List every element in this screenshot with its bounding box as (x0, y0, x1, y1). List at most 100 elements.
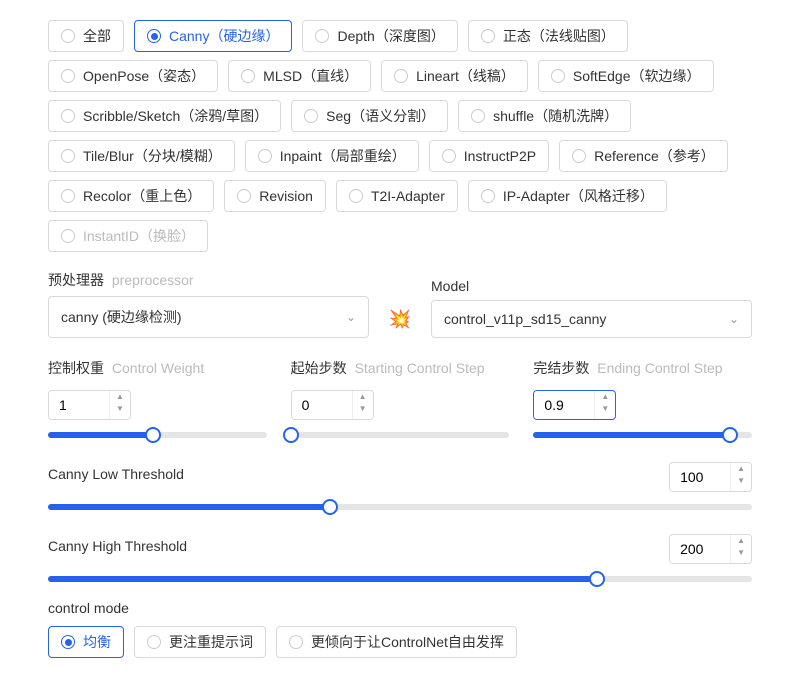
radio-icon (61, 149, 75, 163)
control-mode-2[interactable]: 更倾向于让ControlNet自由发挥 (276, 626, 517, 658)
radio-label: InstructP2P (464, 148, 536, 164)
start-input[interactable] (292, 391, 352, 419)
radio-icon (572, 149, 586, 163)
control-type-1[interactable]: Canny（硬边缘） (134, 20, 292, 52)
canny-high-input[interactable] (670, 535, 730, 563)
radio-label: Lineart（线稿） (416, 66, 515, 86)
weight-input[interactable] (49, 391, 109, 419)
step-up-icon[interactable]: ▲ (353, 391, 373, 403)
control-type-3[interactable]: 正态（法线贴图） (468, 20, 628, 52)
run-preprocessor-button[interactable]: 💥 (385, 304, 415, 334)
radio-icon (61, 189, 75, 203)
radio-icon (237, 189, 251, 203)
end-input[interactable] (534, 391, 594, 419)
control-type-2[interactable]: Depth（深度图） (302, 20, 457, 52)
canny-high-label: Canny High Threshold (48, 538, 187, 554)
control-type-14[interactable]: Reference（参考） (559, 140, 728, 172)
radio-label: 全部 (83, 26, 111, 46)
radio-label: Recolor（重上色） (83, 186, 201, 206)
radio-icon (61, 109, 75, 123)
control-mode-1[interactable]: 更注重提示词 (134, 626, 266, 658)
radio-icon (147, 635, 161, 649)
canny-high-slider[interactable] (48, 576, 752, 582)
control-mode-label: control mode (48, 600, 752, 616)
canny-low-thumb[interactable] (322, 499, 338, 515)
end-thumb[interactable] (722, 427, 738, 443)
canny-low-label: Canny Low Threshold (48, 466, 184, 482)
control-mode-0[interactable]: 均衡 (48, 626, 124, 658)
radio-icon (481, 189, 495, 203)
control-type-10[interactable]: shuffle（随机洗牌） (458, 100, 631, 132)
radio-label: MLSD（直线） (263, 66, 358, 86)
step-down-icon[interactable]: ▼ (353, 403, 373, 415)
control-type-6[interactable]: Lineart（线稿） (381, 60, 528, 92)
control-type-5[interactable]: MLSD（直线） (228, 60, 371, 92)
model-value: control_v11p_sd15_canny (444, 311, 606, 327)
step-up-icon[interactable]: ▲ (110, 391, 130, 403)
model-label: Model (431, 278, 469, 294)
radio-label: Reference（参考） (594, 146, 715, 166)
radio-label: OpenPose（姿态） (83, 66, 205, 86)
control-type-9[interactable]: Seg（语义分割） (291, 100, 448, 132)
control-type-group: 全部 Canny（硬边缘） Depth（深度图） 正态（法线贴图） OpenPose（姿… (48, 20, 752, 252)
step-up-icon[interactable]: ▲ (731, 463, 751, 475)
control-type-13[interactable]: InstructP2P (429, 140, 549, 172)
step-up-icon[interactable]: ▲ (595, 391, 615, 403)
radio-label: 正态（法线贴图） (503, 26, 615, 46)
radio-icon (61, 229, 75, 243)
weight-thumb[interactable] (145, 427, 161, 443)
radio-label: InstantID（换脸） (83, 226, 195, 246)
control-type-8[interactable]: Scribble/Sketch（涂鸦/草图） (48, 100, 281, 132)
radio-label: SoftEdge（软边缘） (573, 66, 701, 86)
chevron-down-icon: ⌄ (729, 312, 739, 326)
preprocessor-label-cn: 预处理器 (48, 272, 104, 288)
end-stepper[interactable]: ▲▼ (533, 390, 616, 420)
radio-label: 更倾向于让ControlNet自由发挥 (311, 632, 504, 652)
radio-icon (147, 29, 161, 43)
radio-label: Depth（深度图） (337, 26, 444, 46)
radio-icon (61, 635, 75, 649)
control-type-16[interactable]: Revision (224, 180, 326, 212)
control-type-7[interactable]: SoftEdge（软边缘） (538, 60, 714, 92)
step-down-icon[interactable]: ▼ (110, 403, 130, 415)
start-stepper[interactable]: ▲▼ (291, 390, 374, 420)
radio-label: Tile/Blur（分块/模糊） (83, 146, 222, 166)
radio-icon (394, 69, 408, 83)
control-type-4[interactable]: OpenPose（姿态） (48, 60, 218, 92)
radio-icon (258, 149, 272, 163)
step-down-icon[interactable]: ▼ (731, 547, 751, 559)
control-type-12[interactable]: Inpaint（局部重绘） (245, 140, 419, 172)
preprocessor-select[interactable]: canny (硬边缘检测) ⌄ (48, 296, 369, 338)
start-thumb[interactable] (283, 427, 299, 443)
preprocessor-value: canny (硬边缘检测) (61, 307, 182, 327)
radio-label: Revision (259, 188, 313, 204)
control-type-19: InstantID（换脸） (48, 220, 208, 252)
canny-low-stepper[interactable]: ▲▼ (669, 462, 752, 492)
canny-high-thumb[interactable] (589, 571, 605, 587)
step-down-icon[interactable]: ▼ (731, 475, 751, 487)
canny-high-stepper[interactable]: ▲▼ (669, 534, 752, 564)
model-select[interactable]: control_v11p_sd15_canny ⌄ (431, 300, 752, 338)
canny-low-input[interactable] (670, 463, 730, 491)
control-type-18[interactable]: IP-Adapter（风格迁移） (468, 180, 667, 212)
step-down-icon[interactable]: ▼ (595, 403, 615, 415)
start-slider[interactable] (291, 432, 510, 438)
radio-icon (481, 29, 495, 43)
radio-label: Inpaint（局部重绘） (280, 146, 406, 166)
radio-icon (241, 69, 255, 83)
control-type-15[interactable]: Recolor（重上色） (48, 180, 214, 212)
control-type-0[interactable]: 全部 (48, 20, 124, 52)
weight-slider[interactable] (48, 432, 267, 438)
radio-icon (442, 149, 456, 163)
radio-label: Scribble/Sketch（涂鸦/草图） (83, 106, 268, 126)
radio-label: 均衡 (83, 632, 111, 652)
control-type-17[interactable]: T2I-Adapter (336, 180, 458, 212)
step-up-icon[interactable]: ▲ (731, 535, 751, 547)
chevron-down-icon: ⌄ (346, 310, 356, 324)
end-slider[interactable] (533, 432, 752, 438)
radio-icon (289, 635, 303, 649)
canny-low-slider[interactable] (48, 504, 752, 510)
radio-label: Seg（语义分割） (326, 106, 435, 126)
weight-stepper[interactable]: ▲▼ (48, 390, 131, 420)
control-type-11[interactable]: Tile/Blur（分块/模糊） (48, 140, 235, 172)
